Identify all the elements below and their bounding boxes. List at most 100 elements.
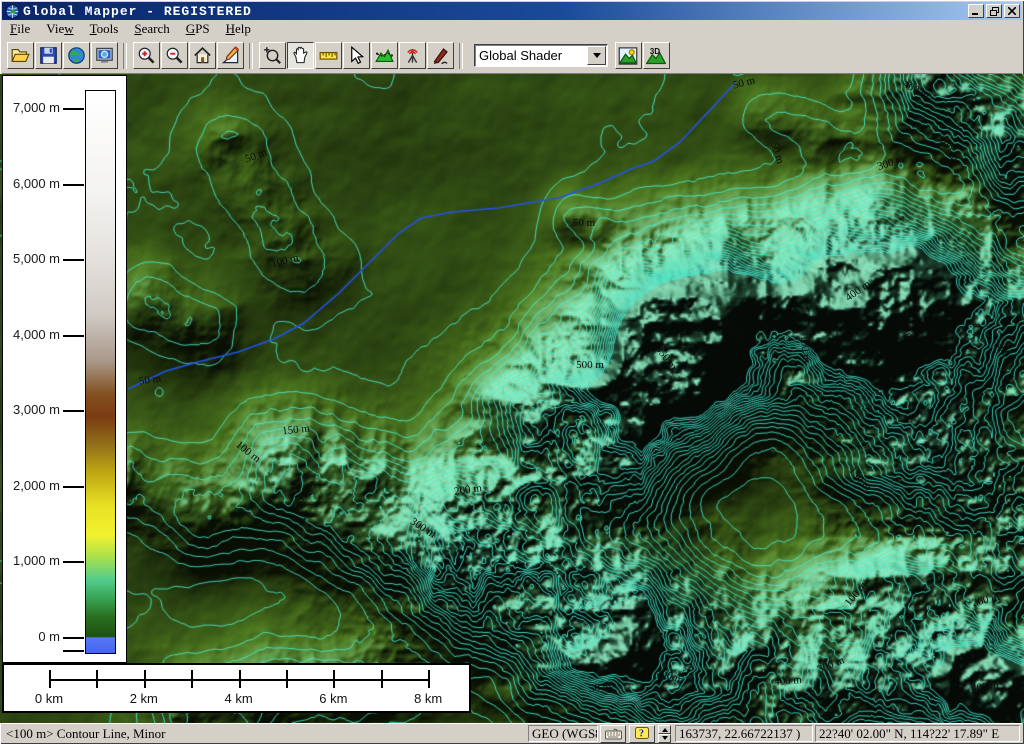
restore-icon [990, 7, 999, 16]
help-icon: ? [635, 727, 649, 741]
help-button[interactable]: ? [629, 725, 655, 743]
scale-bar: 0 km 2 km 4 km 6 km 8 km [2, 663, 471, 713]
open-file-button[interactable] [7, 42, 34, 69]
scale-bar-label: 6 km [298, 691, 368, 706]
status-bar: <100 m> Contour Line, Minor GEO (WGS84 ?… [2, 723, 1022, 743]
shader-select[interactable]: Global Shader [474, 44, 608, 67]
coordinate-spinner[interactable] [658, 725, 671, 743]
menu-item-tools[interactable]: Tools [82, 20, 127, 38]
menu-item-search[interactable]: Search [126, 20, 177, 38]
legend-tick [63, 259, 84, 261]
scale-bar-tick [239, 670, 241, 688]
scale-bar-tick [333, 670, 335, 688]
zoom-out-button[interactable] [161, 42, 188, 69]
view-3d-button[interactable]: 3D [643, 42, 670, 69]
legend-tick-label: 4,000 m [3, 327, 60, 342]
home-icon [193, 46, 212, 65]
toolbar-separator [123, 43, 127, 69]
status-feature-info: <100 m> Contour Line, Minor [2, 726, 528, 742]
zoom-in-button[interactable] [133, 42, 160, 69]
close-button[interactable] [1004, 4, 1020, 18]
elevation-gradient-bar [85, 90, 116, 654]
globe-icon [67, 46, 86, 65]
keyboard-icon [605, 728, 622, 740]
map-view: 50 m100 m50 m50 m50 m50 m150 m100 m100 m… [0, 74, 1024, 723]
digitizer-button[interactable] [427, 42, 454, 69]
pan-hand-icon [291, 46, 310, 65]
legend-tick [63, 108, 84, 110]
online-data-button[interactable] [63, 42, 90, 69]
profile-setup-button[interactable] [217, 42, 244, 69]
chevron-down-icon [593, 53, 601, 62]
path-profile-icon [375, 46, 394, 65]
spinner-up-button[interactable] [658, 725, 671, 734]
app-icon [5, 4, 20, 19]
scale-bar-label: 8 km [393, 691, 463, 706]
legend-tick [63, 410, 84, 412]
status-projection: GEO (WGS84 [528, 725, 598, 742]
menu-item-gps[interactable]: GPS [178, 20, 218, 38]
legend-tick-label: 5,000 m [3, 251, 60, 266]
zoom-in-icon [137, 46, 156, 65]
scale-bar-tick [96, 670, 98, 688]
raster-image-icon [618, 46, 638, 66]
legend-tick [63, 650, 84, 652]
scale-bar-label: 0 km [14, 691, 84, 706]
view-3d-icon: 3D [646, 46, 666, 66]
menu-bar: FileViewToolsSearchGPSHelp [2, 20, 1022, 38]
path-profile-button[interactable] [371, 42, 398, 69]
shader-select-arrow[interactable] [587, 46, 606, 65]
pan-tool-button[interactable] [287, 42, 314, 69]
scale-bar-tick [191, 670, 193, 688]
scale-bar-label: 2 km [109, 691, 179, 706]
title-bar: Global Mapper - REGISTERED [2, 2, 1022, 20]
zoom-tool-button[interactable] [259, 42, 286, 69]
toolbar-separator [459, 43, 463, 69]
restore-button[interactable] [986, 4, 1002, 18]
toolbar-separator [249, 43, 253, 69]
screen-capture-icon [95, 46, 114, 65]
elevation-legend: 7,000 m6,000 m5,000 m4,000 m3,000 m2,000… [2, 75, 127, 663]
status-cursor-coords: 163737, 22.66722137 ) [675, 725, 813, 742]
window-title: Global Mapper - REGISTERED [23, 4, 968, 19]
zoom-out-icon [165, 46, 184, 65]
full-extent-button[interactable] [189, 42, 216, 69]
gps-button[interactable] [399, 42, 426, 69]
map-canvas[interactable] [0, 74, 1024, 723]
ruler-icon [319, 46, 338, 65]
triangle-down-icon [662, 736, 668, 743]
close-icon [1008, 7, 1016, 15]
triangle-up-icon [662, 725, 668, 732]
legend-tick-label: 7,000 m [3, 100, 60, 115]
cursor-arrow-icon [347, 46, 366, 65]
keyboard-button[interactable] [600, 725, 626, 743]
legend-tick-label: 6,000 m [3, 176, 60, 191]
legend-tick [63, 184, 84, 186]
minimize-icon [972, 7, 980, 15]
open-folder-icon [11, 46, 30, 65]
spinner-down-button[interactable] [658, 734, 671, 743]
legend-tick-label: 0 m [3, 629, 60, 644]
toolbar: Global Shader 3D [2, 38, 1022, 74]
measure-tool-button[interactable] [315, 42, 342, 69]
legend-tick [63, 486, 84, 488]
zoom-tool-icon [263, 46, 282, 65]
legend-tick [63, 637, 84, 639]
menu-item-file[interactable]: File [2, 20, 38, 38]
pen-icon [431, 46, 450, 65]
ruler-pencil-icon [221, 46, 240, 65]
menu-item-help[interactable]: Help [218, 20, 259, 38]
minimize-button[interactable] [968, 4, 984, 18]
capture-button[interactable] [91, 42, 118, 69]
scale-bar-tick [49, 670, 51, 688]
menu-item-view[interactable]: View [38, 20, 81, 38]
scale-bar-tick [428, 670, 430, 688]
legend-tick [63, 561, 84, 563]
select-tool-button[interactable] [343, 42, 370, 69]
scale-bar-label: 4 km [204, 691, 274, 706]
legend-tick-label: 3,000 m [3, 402, 60, 417]
save-button[interactable] [35, 42, 62, 69]
app-window: Global Mapper - REGISTERED FileViewTools… [0, 0, 1024, 744]
raster-options-button[interactable] [615, 42, 642, 69]
scale-bar-tick [381, 670, 383, 688]
